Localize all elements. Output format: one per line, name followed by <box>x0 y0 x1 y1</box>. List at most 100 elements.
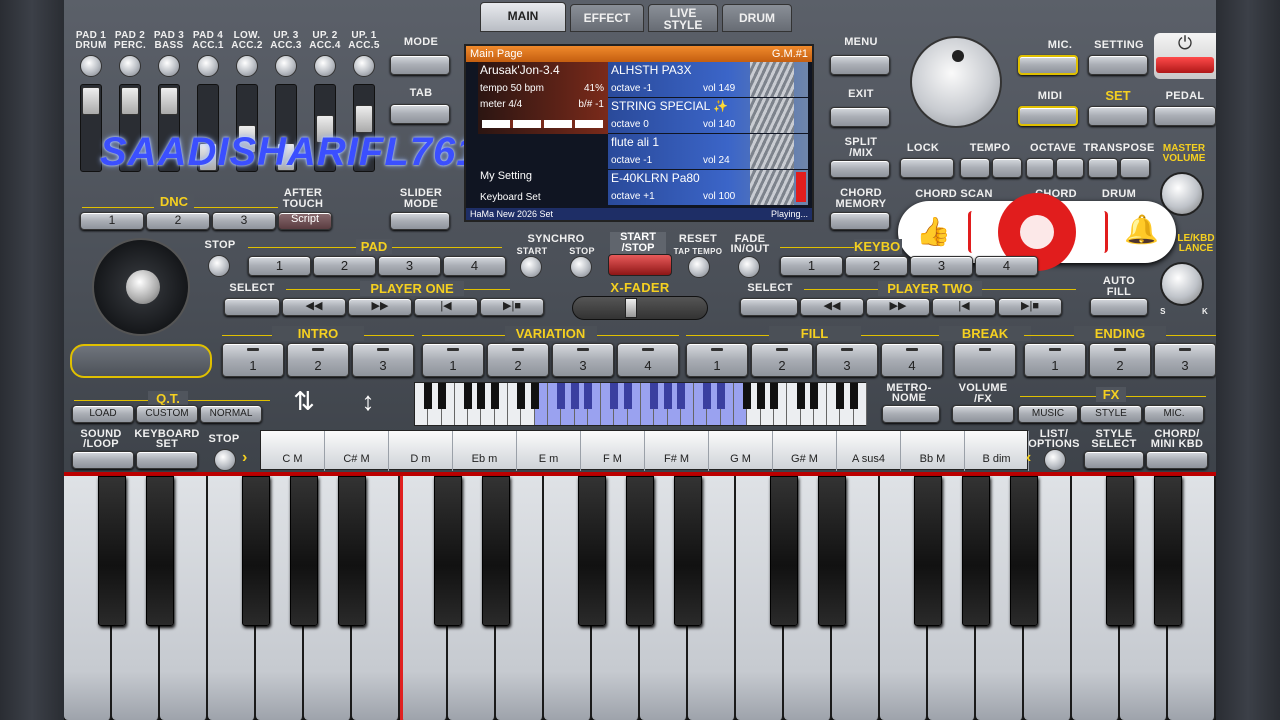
sound-loop-button[interactable] <box>72 451 134 469</box>
mini-black-key[interactable] <box>743 383 752 409</box>
exit-button[interactable] <box>830 107 890 127</box>
pad-2-button[interactable]: 2 <box>313 256 376 276</box>
power-button[interactable] <box>1156 57 1214 73</box>
mini-black-key[interactable] <box>809 383 818 409</box>
black-key[interactable] <box>578 476 606 626</box>
slider-mode-button[interactable] <box>390 212 450 230</box>
section-fill-2-button[interactable]: 2 <box>751 343 813 377</box>
keyboard-3-button[interactable]: 3 <box>910 256 973 276</box>
black-key[interactable] <box>914 476 942 626</box>
tempo-down-button[interactable] <box>960 158 990 178</box>
pad-knob-8[interactable] <box>353 55 375 77</box>
tab-effect[interactable]: EFFECT <box>570 4 644 32</box>
balance-knob[interactable] <box>1160 262 1204 306</box>
dnc-3-button[interactable]: 3 <box>212 212 276 230</box>
black-key[interactable] <box>626 476 654 626</box>
player-one-play-stop-button[interactable]: ▶|■ <box>480 298 544 316</box>
mini-black-key[interactable] <box>583 383 592 409</box>
mini-black-key[interactable] <box>437 383 446 409</box>
style-select-button[interactable] <box>1084 451 1144 469</box>
split-mix-button[interactable] <box>830 160 890 178</box>
black-key[interactable] <box>290 476 318 626</box>
piano-keyboard[interactable] <box>64 476 1216 720</box>
section-break-1-button[interactable] <box>954 343 1016 377</box>
voice-slot-1[interactable]: ALHSTH PA3X octave -1 vol 149 <box>608 62 808 97</box>
pad-knob-6[interactable] <box>275 55 297 77</box>
mini-keyboard[interactable] <box>414 382 867 426</box>
section-variation-1-button[interactable]: 1 <box>422 343 484 377</box>
keyboard-set-button[interactable] <box>136 451 198 469</box>
synchro-stop-button[interactable] <box>570 256 592 278</box>
chord-cell[interactable]: D m <box>389 431 453 471</box>
fader-cap[interactable] <box>82 87 100 115</box>
pad-fader-1[interactable] <box>80 84 102 172</box>
mini-black-key[interactable] <box>490 383 499 409</box>
mic-button[interactable] <box>1018 55 1078 75</box>
player-two-prev-button[interactable]: |◀ <box>932 298 996 316</box>
pad-knob-3[interactable] <box>158 55 180 77</box>
qt-load-button[interactable]: LOAD <box>72 405 134 423</box>
chord-scroll-right-icon[interactable]: › <box>242 449 247 467</box>
chord-cell[interactable]: Bb M <box>901 431 965 471</box>
fx-mic-button[interactable]: MIC. <box>1144 405 1204 423</box>
section-fill-3-button[interactable]: 3 <box>816 343 878 377</box>
black-key[interactable] <box>482 476 510 626</box>
player-two-forward-button[interactable]: ▶▶ <box>866 298 930 316</box>
mini-black-key[interactable] <box>769 383 778 409</box>
pad-knob-2[interactable] <box>119 55 141 77</box>
black-key[interactable] <box>146 476 174 626</box>
pad-knob-5[interactable] <box>236 55 258 77</box>
tab-main[interactable]: MAIN <box>480 2 566 32</box>
mini-black-key[interactable] <box>716 383 725 409</box>
mini-black-key[interactable] <box>650 383 659 409</box>
section-ending-2-button[interactable]: 2 <box>1089 343 1151 377</box>
voice-slot-2[interactable]: STRING SPECIAL ✨ octave 0 vol 140 <box>608 98 808 133</box>
pad-stop-button[interactable] <box>208 255 230 277</box>
metronome-button[interactable] <box>882 405 940 423</box>
keyboard-set-panel[interactable]: Keyboard Set <box>478 190 608 206</box>
midi-button[interactable] <box>1018 106 1078 126</box>
chord-mini-button[interactable] <box>1146 451 1208 469</box>
pad-knob-1[interactable] <box>80 55 102 77</box>
section-variation-2-button[interactable]: 2 <box>487 343 549 377</box>
mini-black-key[interactable] <box>836 383 845 409</box>
section-fill-1-button[interactable]: 1 <box>686 343 748 377</box>
black-key[interactable] <box>962 476 990 626</box>
player-two-rewind-button[interactable]: ◀◀ <box>800 298 864 316</box>
set-button[interactable] <box>1088 106 1148 126</box>
keyboard-4-button[interactable]: 4 <box>975 256 1038 276</box>
keyboard-1-button[interactable]: 1 <box>780 256 843 276</box>
start-stop-button[interactable] <box>608 254 672 276</box>
transpose-down-button[interactable] <box>1088 158 1118 178</box>
mini-black-key[interactable] <box>663 383 672 409</box>
chord-scroll-left-icon[interactable]: ‹ <box>1026 449 1031 467</box>
tab-drum[interactable]: DRUM <box>722 4 792 32</box>
player-two-select-button[interactable] <box>740 298 798 316</box>
data-dial[interactable] <box>910 36 1002 128</box>
chord-cell[interactable]: G# M <box>773 431 837 471</box>
black-key[interactable] <box>770 476 798 626</box>
pad-4-button[interactable]: 4 <box>443 256 506 276</box>
pedal-button[interactable] <box>1154 106 1216 126</box>
bottom-stop-button[interactable] <box>214 449 236 471</box>
mode-button[interactable] <box>390 55 450 75</box>
mini-black-key[interactable] <box>530 383 539 409</box>
voice-slot-4[interactable]: E-40KLRN Pa80 octave +1 vol 100 <box>608 170 808 205</box>
style-panel[interactable]: Arusak'Jon-3.4 tempo 50 bpm 41% <box>478 62 608 98</box>
mini-black-key[interactable] <box>464 383 473 409</box>
black-key[interactable] <box>98 476 126 626</box>
mini-black-key[interactable] <box>849 383 858 409</box>
mini-black-key[interactable] <box>756 383 765 409</box>
black-key[interactable] <box>1010 476 1038 626</box>
black-key[interactable] <box>1154 476 1182 626</box>
fader-cap[interactable] <box>121 87 139 115</box>
section-variation-4-button[interactable]: 4 <box>617 343 679 377</box>
bell-icon[interactable]: 🔔 <box>1124 213 1159 246</box>
transpose-icon[interactable]: ↕ <box>346 386 390 426</box>
black-key[interactable] <box>434 476 462 626</box>
octave-down-button[interactable] <box>1026 158 1054 178</box>
chord-cell[interactable]: C M <box>261 431 325 471</box>
pad-knob-4[interactable] <box>197 55 219 77</box>
tab-button[interactable] <box>390 104 450 124</box>
pitch-shift-icon[interactable]: ⇅ <box>282 386 326 426</box>
